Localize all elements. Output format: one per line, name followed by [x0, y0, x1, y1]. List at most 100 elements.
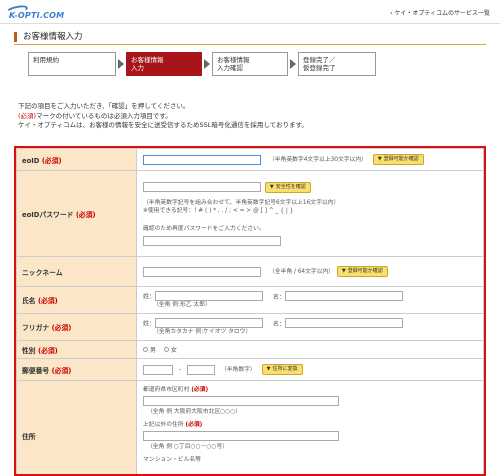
- address-label-cell: 住所: [17, 381, 137, 476]
- mei-label: 名：: [273, 294, 285, 301]
- convert-address-button[interactable]: ▼住所に変換: [262, 364, 303, 375]
- password-confirm-note: 確認のため再度パスワードをご入力ください。: [143, 225, 477, 233]
- row-nickname: ニックネーム （全半角 / 64文字以内） ▼登録可能か確認: [17, 257, 484, 287]
- postal-value-cell: - （半角数字） ▼住所に変換: [137, 359, 484, 381]
- furigana-label-cell: フリガナ (必須): [17, 314, 137, 341]
- required-mark: (必須): [191, 387, 208, 393]
- password-note-1: （半角英数字記号を組み合わせて、半角英数字記号6文字以上16文字以内）: [143, 199, 477, 207]
- furigana-note: （全角カタカナ 例:ケイオツ タロウ）: [153, 328, 477, 336]
- gender-male-radio[interactable]: [143, 347, 148, 352]
- top-header: K-OPTI.COM › ケイ・オプティコムのサービス一覧: [0, 0, 500, 24]
- pref-city-label-row: 都道府県市区町村 (必須): [143, 386, 477, 394]
- step-arrow-icon: [290, 59, 296, 69]
- row-address: 住所 都道府県市区町村 (必須) （全角 例 大阪府大阪市北区○○○） 上記以外…: [17, 381, 484, 476]
- intro-text: 下記の項目をご入力いただき、「確認」を押してください。 (必須)マークの付いてい…: [18, 102, 308, 131]
- required-mark: (必須): [185, 422, 202, 428]
- password-label: eoIDパスワード: [22, 211, 73, 219]
- last-name-input[interactable]: [155, 291, 263, 301]
- triangle-icon: ▼: [270, 184, 274, 190]
- name-label: 氏名: [22, 297, 36, 305]
- step-label: 利用規約: [33, 56, 59, 64]
- required-mark: (必須): [52, 324, 72, 332]
- pref-city-note: （全角 例 大阪府大阪市北区○○○）: [147, 408, 477, 416]
- other-address-input[interactable]: [143, 431, 339, 441]
- postal-label: 郵便番号: [22, 367, 49, 375]
- postal-code-2-input[interactable]: [187, 365, 215, 375]
- password-confirm-input[interactable]: [143, 236, 281, 246]
- service-list-link[interactable]: › ケイ・オプティコムのサービス一覧: [390, 8, 490, 17]
- row-eoid: eoID (必須) （半角英数字4文字以上30文字以内） ▼登録可能か確認: [17, 149, 484, 171]
- postal-label-cell: 郵便番号 (必須): [17, 359, 137, 381]
- password-input[interactable]: [143, 182, 261, 192]
- required-mark: (必須): [38, 297, 58, 305]
- sei-label: 姓：: [143, 321, 155, 328]
- postal-note: （半角数字）: [221, 367, 256, 373]
- eoid-value-cell: （半角英数字4文字以上30文字以内） ▼登録可能か確認: [137, 149, 484, 171]
- postal-dash: -: [179, 366, 181, 373]
- triangle-icon: ▼: [267, 366, 271, 372]
- other-address-label-row: 上記以外の住所 (必須): [143, 421, 477, 429]
- last-name-kana-input[interactable]: [155, 318, 263, 328]
- intro-line-3: ケイ・オプティコムは、お客様の情報を安全に送受信するためSSL暗号化通信を採用し…: [18, 121, 308, 131]
- logo-text: K-OPTI.COM: [9, 11, 64, 20]
- password-safety-label: 安全性を確認: [276, 184, 306, 190]
- password-safety-button[interactable]: ▼安全性を確認: [265, 182, 311, 193]
- step-complete: 登録完了／ 仮登録完了: [298, 52, 376, 76]
- eoid-label-cell: eoID (必須): [17, 149, 137, 171]
- step-label: お客様情報 入力: [131, 56, 164, 72]
- first-name-kana-input[interactable]: [285, 318, 403, 328]
- eoid-label: eoID: [22, 157, 39, 165]
- convert-address-label: 住所に変換: [273, 366, 298, 372]
- name-note: （全角 例:形乙 太郎）: [153, 301, 477, 309]
- step-terms: 利用規約: [28, 52, 116, 76]
- eoid-check-button[interactable]: ▼登録可能か確認: [373, 154, 424, 165]
- nickname-input[interactable]: [143, 267, 261, 277]
- eoid-note: （半角英数字4文字以上30文字以内）: [269, 157, 367, 163]
- required-mark: (必須): [42, 157, 62, 165]
- first-name-input[interactable]: [285, 291, 403, 301]
- k-opti-logo[interactable]: K-OPTI.COM: [6, 6, 70, 20]
- other-address-label: 上記以外の住所: [143, 422, 184, 428]
- postal-code-1-input[interactable]: [143, 365, 173, 375]
- step-label: 登録完了／ 仮登録完了: [303, 56, 336, 72]
- nickname-check-label: 登録可能か確認: [348, 268, 383, 274]
- name-label-cell: 氏名 (必須): [17, 287, 137, 314]
- gender-label: 性別: [22, 347, 36, 355]
- customer-form: eoID (必須) （半角英数字4文字以上30文字以内） ▼登録可能か確認 eo…: [14, 146, 486, 476]
- gender-female-radio[interactable]: [164, 347, 169, 352]
- address-label: 住所: [22, 433, 36, 441]
- address-value-cell: 都道府県市区町村 (必須) （全角 例 大阪府大阪市北区○○○） 上記以外の住所…: [137, 381, 484, 476]
- page-title: お客様情報入力: [14, 32, 83, 42]
- nickname-label-cell: ニックネーム: [17, 257, 137, 287]
- sei-label: 姓：: [143, 294, 155, 301]
- password-label-cell: eoIDパスワード (必須): [17, 171, 137, 257]
- password-value-cell: ▼安全性を確認 （半角英数字記号を組み合わせて、半角英数字記号6文字以上16文字…: [137, 171, 484, 257]
- nickname-check-button[interactable]: ▼登録可能か確認: [337, 266, 388, 277]
- triangle-icon: ▼: [378, 156, 382, 162]
- other-address-note: （全角 例 ○丁目○○－○○号）: [147, 443, 477, 451]
- name-value-cell: 姓： 名： （全角 例:形乙 太郎）: [137, 287, 484, 314]
- gender-female-label[interactable]: 女: [171, 347, 177, 354]
- row-password: eoIDパスワード (必須) ▼安全性を確認 （半角英数字記号を組み合わせて、半…: [17, 171, 484, 257]
- mei-label: 名：: [273, 321, 285, 328]
- nickname-value-cell: （全半角 / 64文字以内） ▼登録可能か確認: [137, 257, 484, 287]
- step-arrow-icon: [118, 59, 124, 69]
- step-input: お客様情報 入力: [126, 52, 202, 76]
- gender-value-cell: 男 女: [137, 341, 484, 359]
- intro-line-2: (必須)マークの付いているものは必須入力項目です。: [18, 112, 308, 122]
- password-note-2: ※使用できる記号：! # ( ) * , . / ; < = > @ [ ] ^…: [143, 207, 477, 215]
- eoid-input[interactable]: [143, 155, 261, 165]
- nickname-note: （全半角 / 64文字以内）: [269, 268, 335, 276]
- gender-label-cell: 性別 (必須): [17, 341, 137, 359]
- title-divider: [14, 44, 486, 45]
- required-mark: (必須): [18, 112, 36, 120]
- step-label: お客様情報 入力確認: [217, 56, 250, 72]
- pref-city-input[interactable]: [143, 396, 339, 406]
- gender-male-label[interactable]: 男: [150, 347, 156, 354]
- row-furigana: フリガナ (必須) 姓： 名： （全角カタカナ 例:ケイオツ タロウ）: [17, 314, 484, 341]
- required-mark: (必須): [76, 211, 96, 219]
- row-gender: 性別 (必須) 男 女: [17, 341, 484, 359]
- nickname-label: ニックネーム: [22, 269, 63, 277]
- intro-line-1: 下記の項目をご入力いただき、「確認」を押してください。: [18, 102, 308, 112]
- eoid-check-label: 登録可能か確認: [384, 156, 419, 162]
